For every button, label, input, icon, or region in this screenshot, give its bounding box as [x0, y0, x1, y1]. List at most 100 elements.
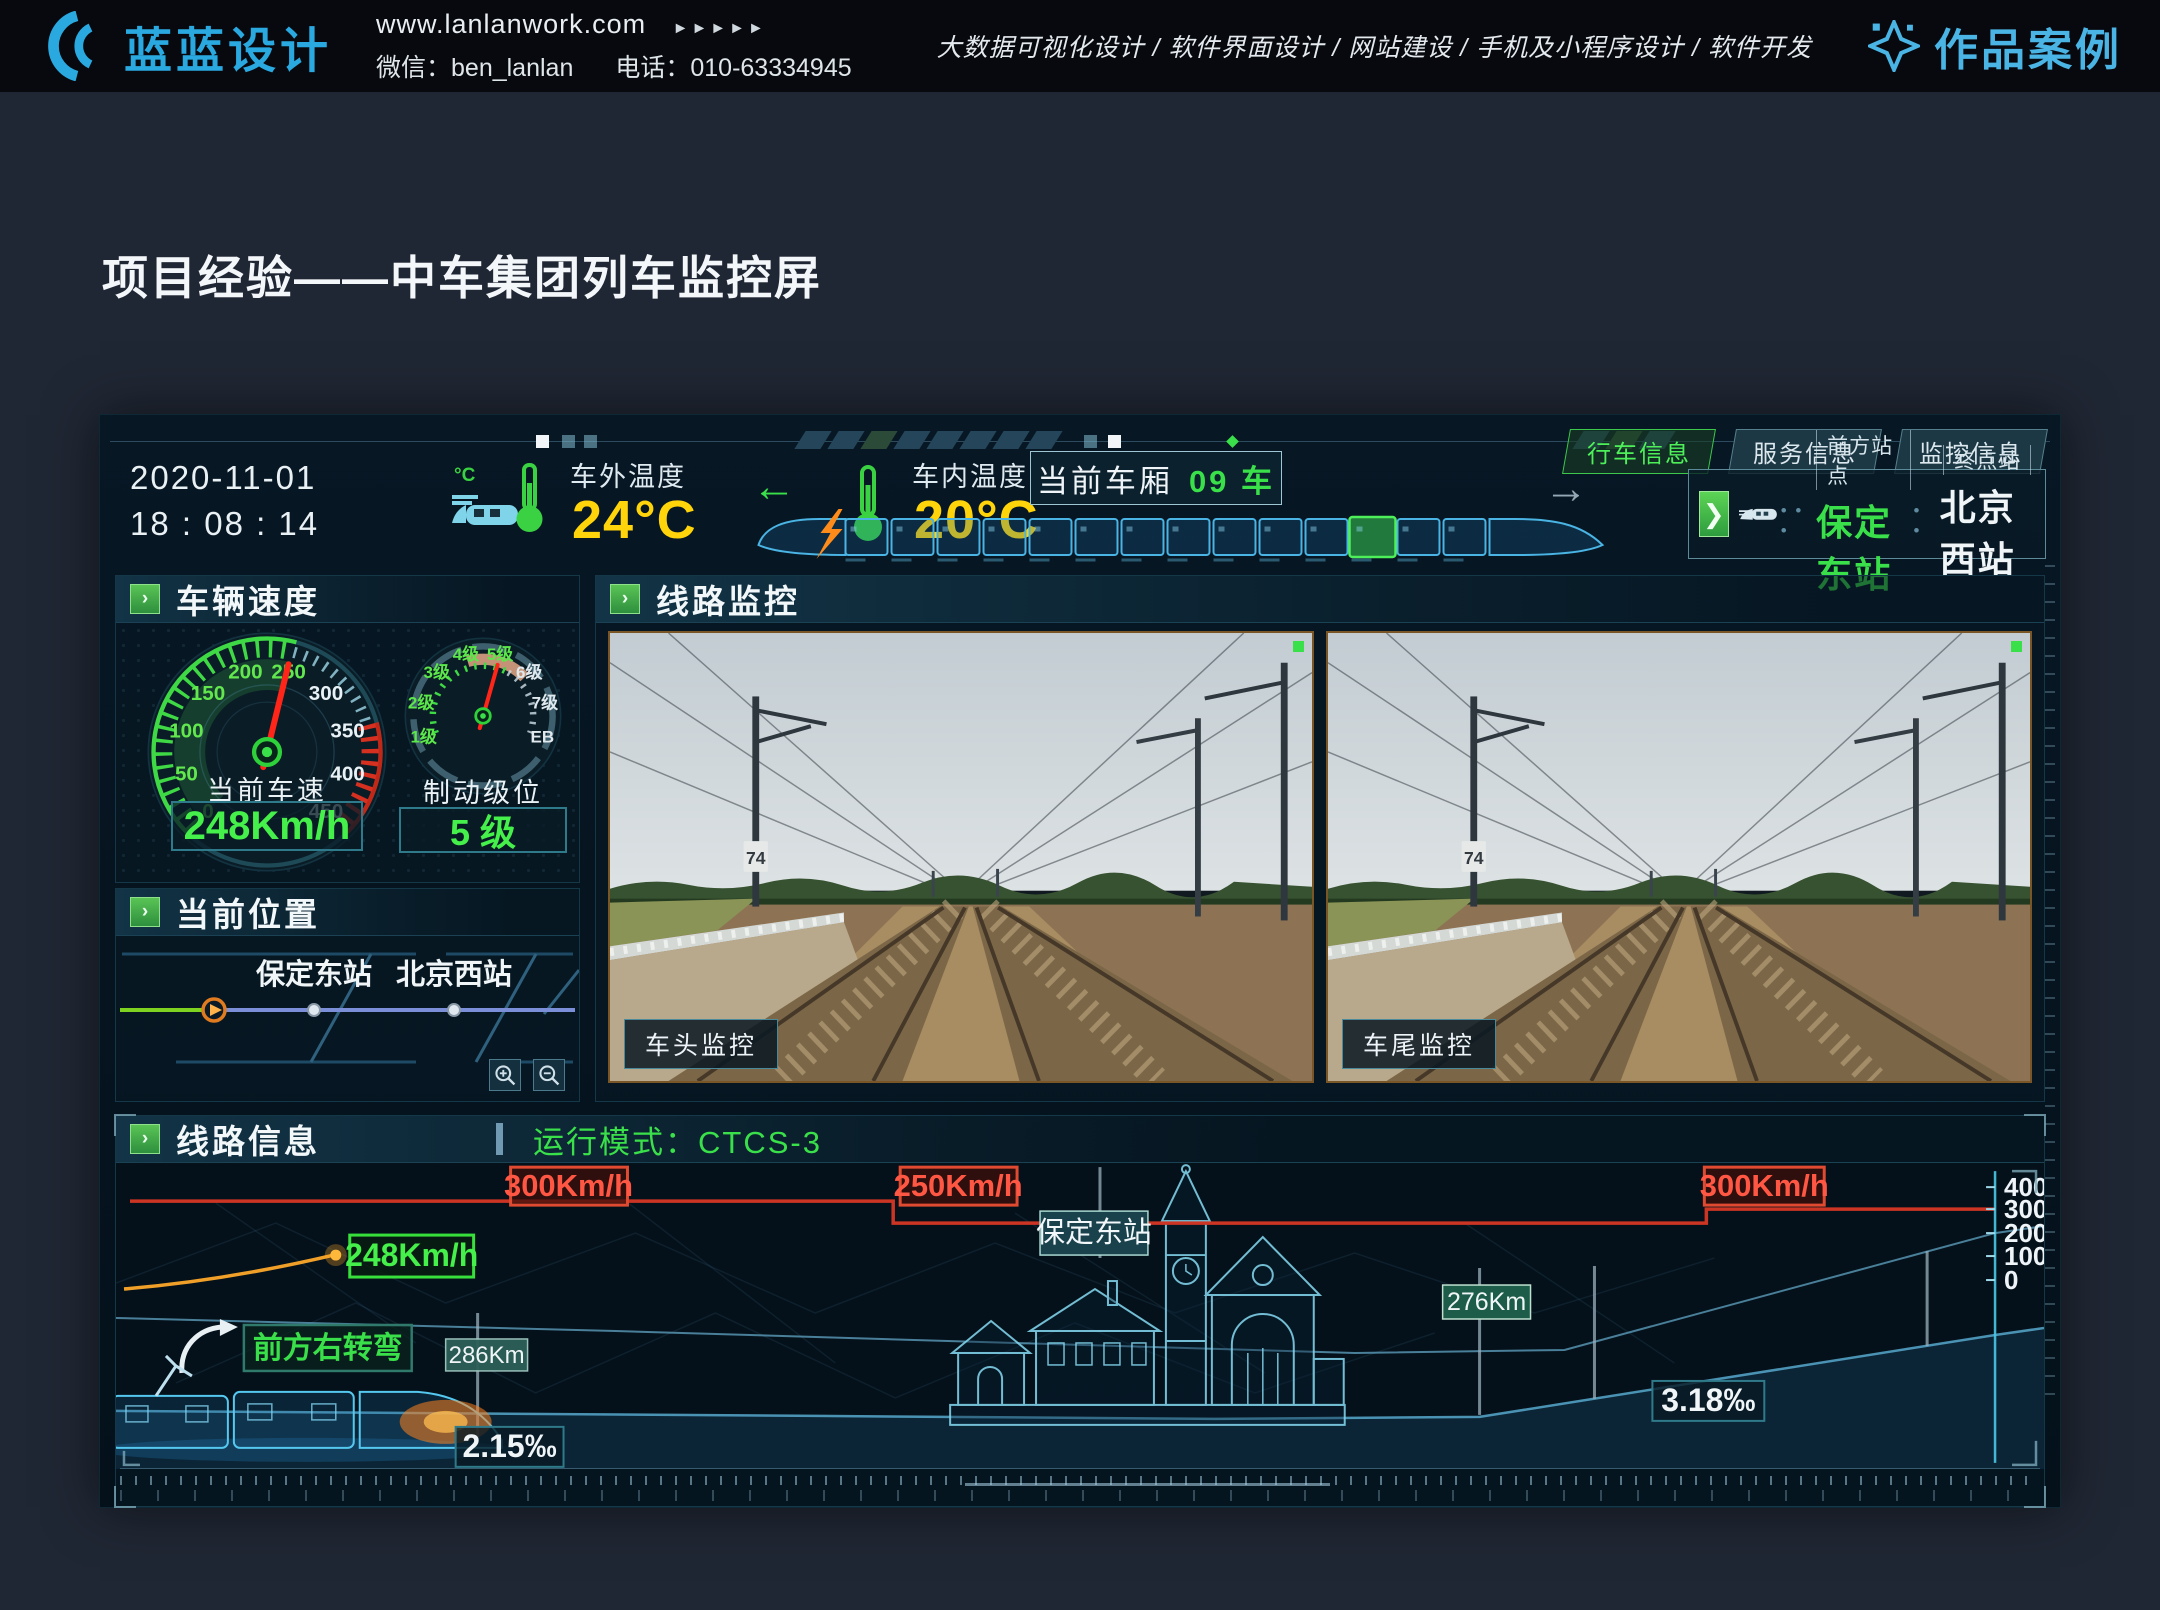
- station-card: ❯ • • • 前方站点 保定东站 • • 终点站 北京西站: [1688, 469, 2046, 559]
- sparkle-icon: [1868, 20, 1920, 72]
- deco-square: [562, 435, 575, 448]
- magnifier-minus-icon: [537, 1063, 561, 1087]
- edge-ruler-deco: [2045, 565, 2055, 1397]
- tab-driving-info[interactable]: 行车信息: [1562, 429, 1716, 474]
- deco-diamond: [1226, 435, 1239, 448]
- camera-head-label: 车头监控: [624, 1019, 778, 1069]
- prev-car-arrow[interactable]: ←: [752, 465, 796, 509]
- speed-panel-title: 车辆速度: [176, 575, 320, 623]
- km-marker-1: 286Km: [449, 1342, 525, 1369]
- zoom-out-wrap: [533, 1059, 565, 1091]
- speed-limit-3: 300Km/h: [1700, 1168, 1829, 1203]
- zoom-out-button[interactable]: [533, 1059, 565, 1091]
- svg-text:150: 150: [191, 682, 225, 705]
- line-monitor-panel: › 线路监控: [595, 575, 2045, 1102]
- zoom-in-button[interactable]: [489, 1059, 521, 1091]
- brake-level-value: 5 级: [399, 807, 567, 853]
- portfolio-link[interactable]: 作品案例: [1868, 14, 2122, 78]
- gradient-label-2: 3.18‰: [1661, 1382, 1755, 1418]
- current-car-box: 当前车厢 09 车: [1030, 451, 1282, 505]
- speed-limit-2: 250Km/h: [894, 1168, 1023, 1203]
- svg-text:EB: EB: [531, 727, 555, 746]
- panel-chevron-icon: ›: [130, 584, 160, 614]
- train-thermometer-icon: °C: [452, 459, 556, 543]
- camera-tail-label: 车尾监控: [1342, 1019, 1496, 1069]
- curve-warning-text: 前方右转弯: [253, 1331, 403, 1365]
- page-title: 项目经验——中车集团列车监控屏: [102, 242, 822, 308]
- train-monitor-dashboard: 2020-11-01 18 : 08 : 14 °C 车外温度 24°C 车内温…: [100, 415, 2060, 1507]
- train-icon: [1739, 496, 1779, 532]
- chart-station-label: 保定东站: [1036, 1217, 1152, 1249]
- logo-icon: [38, 11, 108, 81]
- svg-text:300: 300: [309, 682, 343, 705]
- terminal-station-label: 终点站: [1943, 445, 2031, 475]
- camera-head-view[interactable]: 车头监控: [608, 631, 1314, 1083]
- chevron-icon: ❯: [1699, 491, 1729, 537]
- dots-deco: • • •: [1781, 501, 1804, 541]
- dots-deco: • •: [1913, 501, 1927, 541]
- zoom-in-wrap: [489, 1059, 521, 1091]
- km-marker-2: 276Km: [1447, 1288, 1526, 1316]
- panel-chevron-icon: ›: [130, 897, 160, 927]
- deco-square: [1084, 435, 1097, 448]
- map-station-1: 保定东站: [255, 957, 372, 991]
- axis-tick-0: 0: [2004, 1265, 2018, 1295]
- run-mode-text: 运行模式：CTCS-3: [533, 1117, 822, 1162]
- position-panel-title: 当前位置: [176, 888, 320, 936]
- mode-divider: [496, 1123, 503, 1155]
- logo[interactable]: 蓝蓝设计: [38, 11, 332, 81]
- brake-gauge: 1级 2级 3级 4级 5级 6级 7级 EB 制动级位 5 级: [394, 631, 572, 881]
- svg-text:4级: 4级: [453, 644, 479, 664]
- portfolio-label: 作品案例: [1934, 14, 2122, 78]
- website-text: www.lanlanwork.com: [376, 9, 646, 39]
- svg-text:°C: °C: [454, 465, 476, 486]
- current-car-label: 当前车厢: [1037, 456, 1173, 501]
- current-speed-value: 248Km/h: [171, 801, 363, 851]
- svg-text:3级: 3级: [424, 662, 450, 682]
- wechat-text: 微信：ben_lanlan: [376, 48, 573, 84]
- vehicle-speed-panel: › 车辆速度 0 50: [115, 575, 580, 883]
- ruler-thumb[interactable]: [965, 1483, 1330, 1486]
- contact-block: www.lanlanwork.com ►►►►► 微信：ben_lanlan 电…: [376, 9, 852, 84]
- svg-text:6级: 6级: [516, 662, 542, 682]
- svg-text:100: 100: [169, 719, 203, 742]
- panel-chevron-icon: ›: [610, 584, 640, 614]
- train-diagram: [748, 507, 1613, 569]
- highlighted-car: [1350, 517, 1396, 557]
- chart-current-speed: 248Km/h: [345, 1237, 478, 1273]
- deco-square: [1108, 435, 1121, 448]
- next-station-label: 前方站点: [1816, 430, 1911, 490]
- line-info-panel: › 线路信息 运行模式：CTCS-3: [115, 1115, 2045, 1507]
- slash-deco-left: [800, 431, 1057, 449]
- map-station-2: 北京西站: [396, 957, 512, 991]
- speedometer-gauge: 0 50 100 150 200 250 300 350 400 450: [138, 623, 396, 881]
- logo-text: 蓝蓝设计: [124, 11, 332, 81]
- svg-text:350: 350: [330, 719, 364, 742]
- speed-limit-1: 300Km/h: [504, 1168, 633, 1203]
- deco-square: [536, 435, 549, 448]
- time-text: 18 : 08 : 14: [130, 501, 319, 547]
- camera-status-icon: [2011, 641, 2022, 652]
- svg-text:2级: 2级: [408, 692, 434, 712]
- phone-text: 电话：010-63334945: [615, 48, 851, 84]
- camera-status-icon: [1293, 641, 1304, 652]
- arrows-deco: ►►►►►: [673, 20, 767, 37]
- line-profile-chart: 300Km/h 250Km/h 300Km/h 248Km/h 前方右转弯: [116, 1163, 2044, 1469]
- gradient-label-1: 2.15‰: [463, 1428, 557, 1464]
- monitor-panel-title: 线路监控: [656, 575, 800, 623]
- svg-text:7级: 7级: [532, 692, 558, 712]
- date-text: 2020-11-01: [130, 455, 319, 501]
- terminal-station-value: 北京西站: [1940, 479, 2035, 583]
- svg-text:5级: 5级: [487, 644, 513, 664]
- services-text: 大数据可视化设计 / 软件界面设计 / 网站建设 / 手机及小程序设计 / 软件…: [937, 28, 1812, 64]
- svg-text:1级: 1级: [410, 726, 436, 746]
- camera-grid: 车头监控 车尾监控: [596, 623, 2044, 1083]
- svg-text:200: 200: [228, 660, 262, 683]
- magnifier-plus-icon: [493, 1063, 517, 1087]
- distance-ruler-scrollbar[interactable]: [120, 1468, 2040, 1502]
- camera-tail-view[interactable]: 车尾监控: [1326, 631, 2032, 1083]
- site-header: 蓝蓝设计 www.lanlanwork.com ►►►►► 微信：ben_lan…: [0, 0, 2160, 92]
- deco-square: [584, 435, 597, 448]
- line-panel-title: 线路信息: [176, 1115, 320, 1163]
- datetime-block: 2020-11-01 18 : 08 : 14: [130, 455, 319, 547]
